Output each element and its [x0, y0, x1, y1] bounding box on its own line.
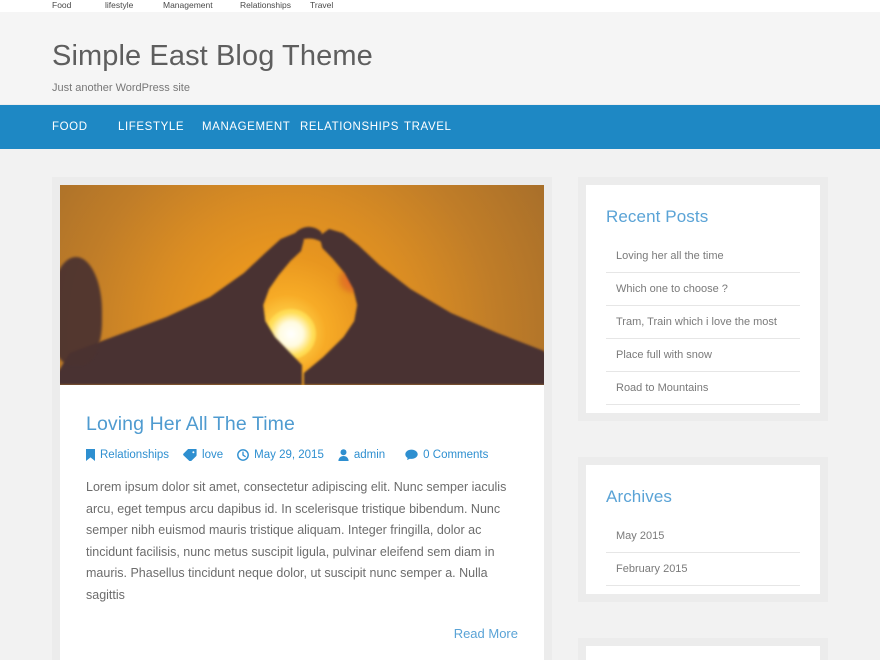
recent-post-link-2[interactable]: Which one to choose ?	[606, 273, 800, 305]
post-date-label: May 29, 2015	[254, 449, 324, 461]
list-item: Loving her all the time	[606, 240, 800, 273]
list-item: Road to Mountains	[606, 372, 800, 405]
primary-navigation: FOOD LIFESTYLE MANAGEMENT RELATIONSHIPS …	[0, 105, 880, 149]
topbar-link-relationships[interactable]: Relationships	[240, 0, 310, 10]
sidebar: Recent Posts Loving her all the time Whi…	[578, 177, 828, 660]
post-author-link[interactable]: admin	[338, 449, 385, 461]
post-excerpt: Lorem ipsum dolor sit amet, consectetur …	[86, 480, 507, 602]
site-title[interactable]: Simple East Blog Theme	[52, 38, 880, 74]
recent-post-link-1[interactable]: Loving her all the time	[606, 240, 800, 272]
topbar-link-travel[interactable]: Travel	[310, 0, 360, 10]
post-tag-label: love	[202, 449, 224, 461]
post-featured-image[interactable]	[60, 185, 544, 385]
post-category-link[interactable]: Relationships	[86, 449, 169, 461]
post-author-label: admin	[353, 449, 386, 461]
list-item: February 2015	[606, 553, 800, 586]
list-item: Place full with snow	[606, 339, 800, 372]
read-more-link[interactable]: Read More	[454, 626, 518, 641]
nav-item-food[interactable]: FOOD	[52, 105, 118, 149]
tag-icon	[183, 449, 197, 461]
user-icon	[338, 449, 349, 461]
recent-post-link-3[interactable]: Tram, Train which i love the most	[606, 306, 800, 338]
list-item: May 2015	[606, 520, 800, 553]
widget-archives: Archives May 2015 February 2015	[578, 457, 828, 602]
comment-icon	[405, 449, 418, 461]
nav-item-lifestyle[interactable]: LIFESTYLE	[118, 105, 202, 149]
hands-heart-silhouette	[60, 185, 544, 385]
post-date: May 29, 2015	[237, 449, 324, 461]
main-content: Loving Her All The Time Relationships lo…	[52, 177, 552, 660]
archive-link-february-2015[interactable]: February 2015	[606, 553, 800, 585]
widget-title-recent-posts: Recent Posts	[606, 207, 709, 226]
recent-post-link-5[interactable]: Road to Mountains	[606, 372, 800, 404]
post-card: Loving Her All The Time Relationships lo…	[52, 177, 552, 660]
read-more-row: Read More	[86, 625, 518, 643]
widget-recent-posts: Recent Posts Loving her all the time Whi…	[578, 177, 828, 421]
list-item: Which one to choose ?	[606, 273, 800, 306]
topbar-link-management[interactable]: Management	[163, 0, 240, 10]
clock-icon	[237, 449, 250, 461]
site-masthead: Simple East Blog Theme Just another Word…	[0, 12, 880, 105]
topbar-link-food[interactable]: Food	[52, 0, 105, 10]
post-comments-label: 0 Comments	[423, 449, 489, 461]
recent-post-link-4[interactable]: Place full with snow	[606, 339, 800, 371]
post-category-label: Relationships	[100, 449, 170, 461]
page-layout: Loving Her All The Time Relationships lo…	[0, 149, 880, 660]
nav-item-travel[interactable]: TRAVEL	[404, 105, 464, 149]
site-tagline: Just another WordPress site	[52, 82, 190, 94]
post-comments-link[interactable]: 0 Comments	[405, 449, 488, 461]
bookmark-icon	[86, 449, 95, 461]
widget-title-archives: Archives	[606, 487, 672, 506]
nav-item-management[interactable]: MANAGEMENT	[202, 105, 300, 149]
recent-posts-list: Loving her all the time Which one to cho…	[606, 240, 800, 405]
archive-link-may-2015[interactable]: May 2015	[606, 520, 800, 552]
widget-categories: Categories	[578, 638, 828, 660]
nav-item-relationships[interactable]: RELATIONSHIPS	[300, 105, 404, 149]
post-title[interactable]: Loving Her All The Time	[86, 411, 518, 437]
utility-topbar: Food lifestyle Management Relationships …	[0, 0, 880, 12]
post-meta: Relationships love May 29, 2015 admin 0 …	[86, 449, 518, 461]
list-item: Tram, Train which i love the most	[606, 306, 800, 339]
archives-list: May 2015 February 2015	[606, 520, 800, 586]
topbar-link-lifestyle[interactable]: lifestyle	[105, 0, 163, 10]
post-tag-link[interactable]: love	[183, 449, 223, 461]
